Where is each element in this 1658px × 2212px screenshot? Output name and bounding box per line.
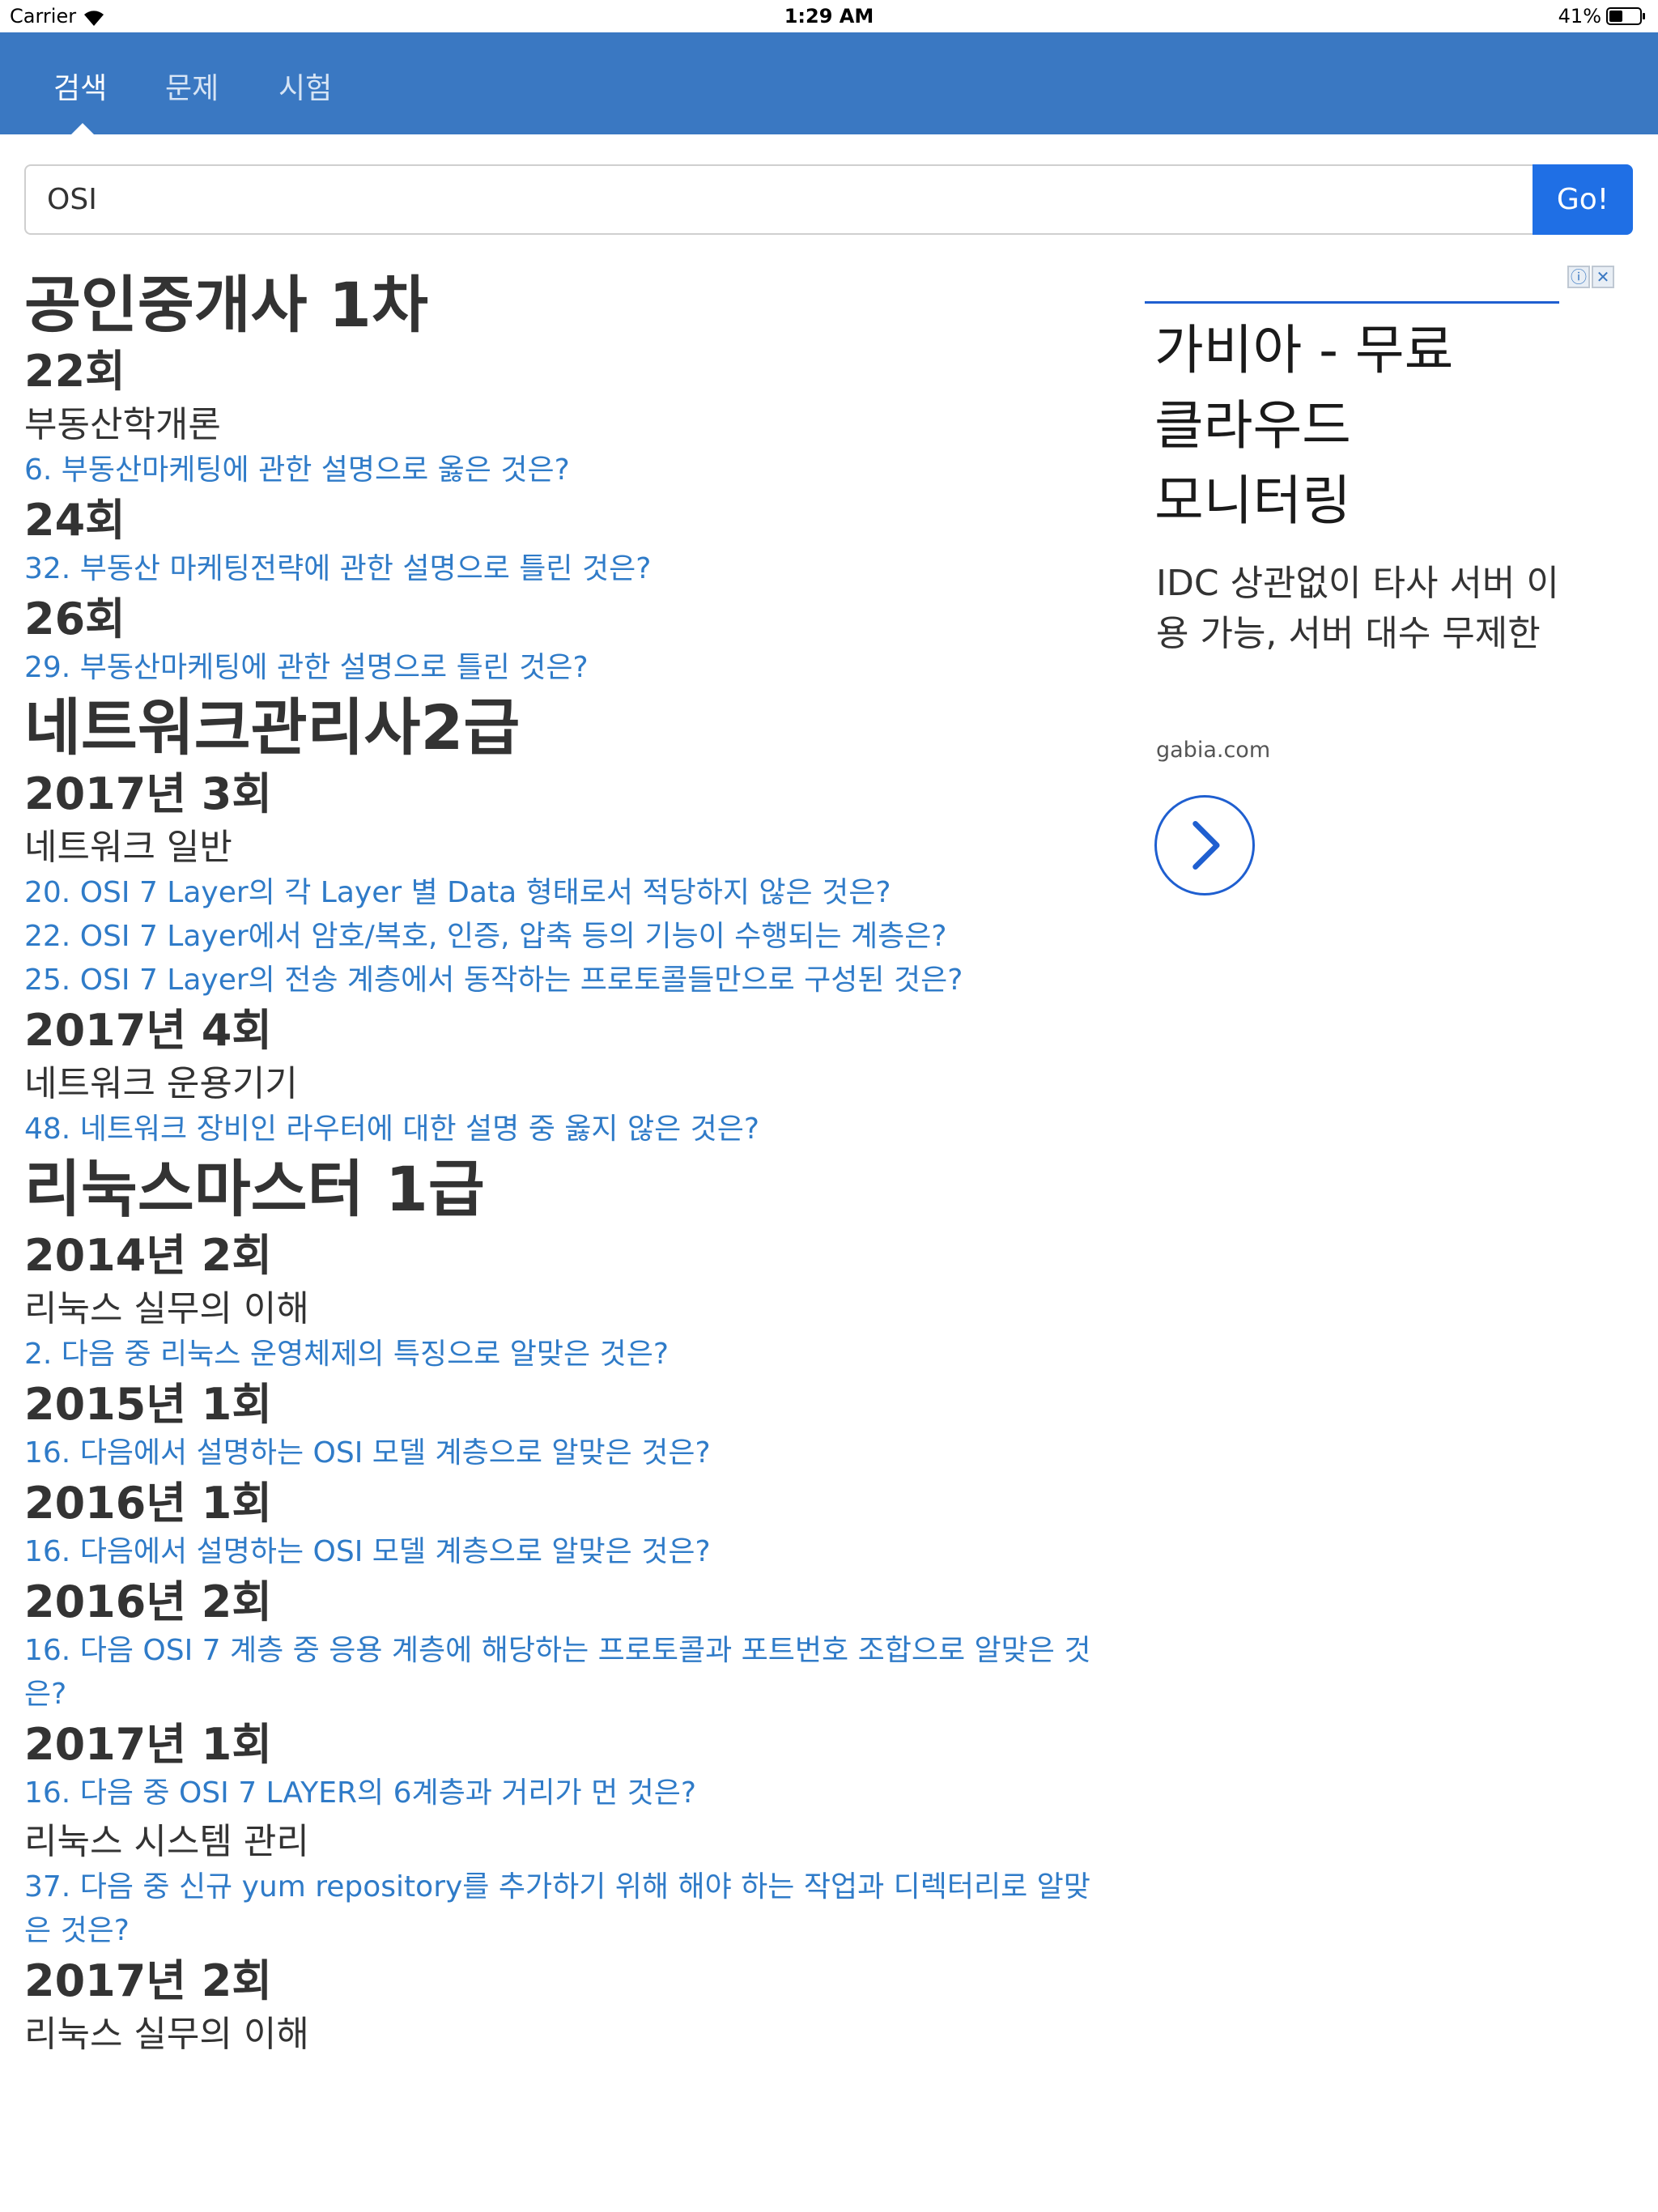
top-navbar: 검색 문제 시험 xyxy=(0,32,1658,134)
ad-info-icon[interactable]: ⓘ xyxy=(1567,266,1590,288)
question-link[interactable]: 16. 다음에서 설명하는 OSI 모델 계층으로 알맞은 것은? xyxy=(24,1530,1093,1574)
round-heading: 26회 xyxy=(24,593,125,644)
question-link[interactable]: 2. 다음 중 리눅스 운영체제의 특징으로 알맞은 것은? xyxy=(24,1333,1093,1376)
status-bar: Carrier 1:29 AM 41% xyxy=(0,0,1658,32)
ad-title[interactable]: 가비아 - 무료 클라우드 모니터링 xyxy=(1154,313,1575,538)
question-link[interactable]: 37. 다음 중 신규 yum repository를 추가하기 위해 해야 하… xyxy=(24,1865,1093,1953)
round-heading: 24회 xyxy=(24,495,125,546)
question-link[interactable]: 16. 다음에서 설명하는 OSI 모델 계층으로 알맞은 것은? xyxy=(24,1431,1093,1475)
subject-heading: 네트워크 운용기기 xyxy=(24,1063,298,1104)
ad-divider xyxy=(1145,301,1559,304)
ad-panel[interactable]: ⓘ ✕ 가비아 - 무료 클라우드 모니터링 IDC 상관없이 타사 서버 이용 … xyxy=(1145,264,1618,895)
tab-search[interactable]: 검색 xyxy=(53,65,107,107)
round-heading: 2017년 1회 xyxy=(24,1719,273,1770)
clock: 1:29 AM xyxy=(784,5,874,28)
question-link[interactable]: 48. 네트워크 장비인 라우터에 대한 설명 중 옳지 않은 것은? xyxy=(24,1108,1093,1151)
active-tab-caret xyxy=(71,123,94,134)
ad-close-icon[interactable]: ✕ xyxy=(1592,266,1614,288)
category-heading: 리눅스마스터 1급 xyxy=(24,1153,485,1225)
question-link[interactable]: 16. 다음 OSI 7 계층 중 응용 계층에 해당하는 프로토콜과 포트번호… xyxy=(24,1629,1093,1716)
subject-heading: 리눅스 시스템 관리 xyxy=(24,1821,309,1862)
subject-heading: 네트워크 일반 xyxy=(24,827,232,868)
tab-problems[interactable]: 문제 xyxy=(165,65,219,107)
search-input[interactable] xyxy=(24,164,1533,235)
subject-heading: 리눅스 실무의 이해 xyxy=(24,2014,309,2055)
category-heading: 네트워크관리사2급 xyxy=(24,691,521,764)
round-heading: 2017년 4회 xyxy=(24,1005,273,1056)
question-link[interactable]: 6. 부동산마케팅에 관한 설명으로 옳은 것은? xyxy=(24,449,1093,492)
tab-exams[interactable]: 시험 xyxy=(278,65,332,107)
ad-title-line: 클라우드 xyxy=(1154,394,1351,457)
question-link[interactable]: 20. OSI 7 Layer의 각 Layer 별 Data 형태로서 적당하… xyxy=(24,871,1093,915)
battery-icon xyxy=(1606,7,1645,25)
round-heading: 2015년 1회 xyxy=(24,1379,273,1430)
question-link[interactable]: 22. OSI 7 Layer에서 암호/복호, 인증, 압축 등의 기능이 수… xyxy=(24,915,1093,959)
subject-heading: 리눅스 실무의 이해 xyxy=(24,1288,309,1329)
go-button[interactable]: Go! xyxy=(1533,164,1633,235)
round-heading: 2016년 1회 xyxy=(24,1478,273,1529)
battery-percent: 41% xyxy=(1558,5,1601,28)
question-link[interactable]: 32. 부동산 마케팅전략에 관한 설명으로 틀린 것은? xyxy=(24,547,1093,591)
round-heading: 2016년 2회 xyxy=(24,1576,273,1627)
ad-badges: ⓘ ✕ xyxy=(1566,266,1614,288)
subject-heading: 부동산학개론 xyxy=(24,404,221,445)
ad-title-line: 모니터링 xyxy=(1154,470,1351,532)
question-link[interactable]: 16. 다음 중 OSI 7 LAYER의 6계층과 거리가 먼 것은? xyxy=(24,1772,1093,1815)
search-results: 공인중개사 1차 22회부동산학개론 6. 부동산마케팅에 관한 설명으로 옳은 것… xyxy=(24,267,1093,2058)
question-link[interactable]: 29. 부동산마케팅에 관한 설명으로 틀린 것은? xyxy=(24,646,1093,690)
round-heading: 2017년 3회 xyxy=(24,768,273,819)
chevron-right-icon[interactable] xyxy=(1154,795,1255,895)
ad-description: IDC 상관없이 타사 서버 이용 가능, 서버 대수 무제한 xyxy=(1156,563,1559,654)
round-heading: 2014년 2회 xyxy=(24,1230,273,1281)
round-heading: 2017년 2회 xyxy=(24,1955,273,2006)
ad-title-line: 가비아 - 무료 xyxy=(1154,319,1454,381)
question-link[interactable]: 25. OSI 7 Layer의 전송 계층에서 동작하는 프로토콜들만으로 구… xyxy=(24,959,1093,1002)
category-heading: 공인중개사 1차 xyxy=(24,269,428,341)
ad-domain: gabia.com xyxy=(1156,738,1271,763)
round-heading: 22회 xyxy=(24,346,125,397)
